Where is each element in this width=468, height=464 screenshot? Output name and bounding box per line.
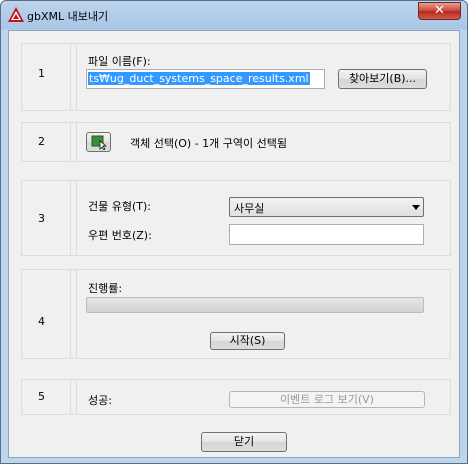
step-2-panel: 2 객체 선택(O) - 1개 구역이 선택됨 <box>21 122 451 162</box>
file-name-input[interactable]: ts₩ug_duct_systems_space_results.xml <box>86 69 325 89</box>
file-name-label: 파일 이름(F): <box>88 55 151 68</box>
chevron-down-icon <box>412 205 420 210</box>
step-number: 3 <box>38 212 45 225</box>
step-number: 2 <box>38 135 45 148</box>
step-1-panel: 1 파일 이름(F): ts₩ug_duct_systems_space_res… <box>21 43 451 111</box>
postal-code-input[interactable] <box>229 224 424 245</box>
export-dialog-window: gbXML 내보내기 ✕ 1 파일 이름(F): ts₩ug_duct_syst… <box>0 0 468 464</box>
selection-status-text: 객체 선택(O) - 1개 구역이 선택됨 <box>130 137 288 150</box>
window-title: gbXML 내보내기 <box>27 10 109 23</box>
close-window-button[interactable]: ✕ <box>418 2 461 20</box>
success-label: 성공: <box>88 394 112 407</box>
autocad-logo-icon <box>8 7 24 22</box>
select-objects-button[interactable] <box>86 132 111 152</box>
progress-bar <box>86 297 424 313</box>
title-bar[interactable]: gbXML 내보내기 ✕ <box>1 1 467 29</box>
step-4-panel: 4 진행률: 시작(S) <box>21 269 451 359</box>
close-button[interactable]: 닫기 <box>201 432 287 452</box>
browse-button[interactable]: 찾아보기(B)... <box>338 69 427 89</box>
step-number: 1 <box>38 67 45 80</box>
step-number: 4 <box>38 315 45 328</box>
dialog-client-area: 1 파일 이름(F): ts₩ug_duct_systems_space_res… <box>8 30 460 458</box>
select-objects-icon <box>91 135 107 150</box>
building-type-dropdown[interactable]: 사무실 <box>229 197 424 217</box>
file-name-value: ts₩ug_duct_systems_space_results.xml <box>88 72 310 85</box>
step-3-panel: 3 건물 유형(T): 사무실 우편 번호(Z): <box>21 180 451 256</box>
start-button[interactable]: 시작(S) <box>210 332 285 350</box>
close-icon: ✕ <box>434 3 445 18</box>
building-type-label: 건물 유형(T): <box>88 200 151 213</box>
progress-label: 진행률: <box>88 282 123 295</box>
step-number: 5 <box>38 390 45 403</box>
view-event-log-button[interactable]: 이벤트 로그 보기(V) <box>229 391 425 408</box>
postal-code-label: 우편 번호(Z): <box>88 229 152 242</box>
step-5-panel: 5 성공: 이벤트 로그 보기(V) <box>21 379 451 415</box>
building-type-value: 사무실 <box>234 202 265 215</box>
